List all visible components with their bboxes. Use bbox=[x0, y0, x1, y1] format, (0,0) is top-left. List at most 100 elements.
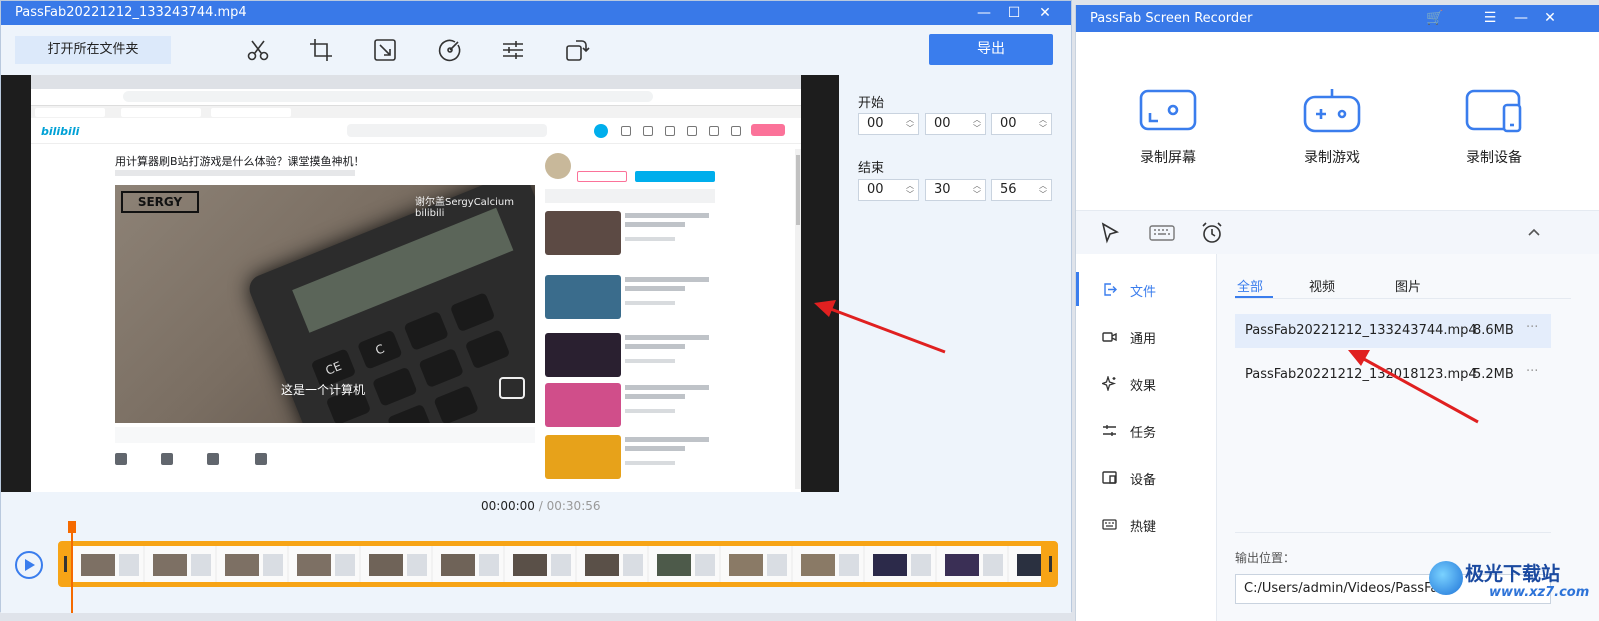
close-button[interactable]: ✕ bbox=[1539, 8, 1561, 28]
calc-key bbox=[464, 329, 511, 370]
end-second-value: 56 bbox=[1000, 182, 1017, 197]
site-watermark: 极光下载站 www.xz7.com bbox=[1427, 557, 1597, 613]
device-small-icon bbox=[1102, 471, 1117, 484]
start-second-stepper[interactable]: 00 ︿ ﹀ bbox=[991, 113, 1052, 135]
bilibili-nav: bilibili bbox=[31, 119, 801, 144]
nav-tasks[interactable]: 任务 bbox=[1102, 421, 1212, 441]
total-time: 00:30:56 bbox=[546, 499, 601, 513]
video-preview[interactable]: bilibili 用计算器刷B站打游戏是什么体验？课堂摸鱼神机！ CE C SE… bbox=[1, 75, 839, 492]
timeline-frame bbox=[721, 546, 793, 582]
adjust-icon[interactable] bbox=[500, 37, 526, 63]
file-name: PassFab20221212_133243744.mp4 bbox=[1245, 323, 1477, 338]
alarm-clock-icon[interactable] bbox=[1200, 221, 1224, 245]
more-options-icon[interactable]: ··· bbox=[1526, 320, 1538, 335]
nav-hotkeys[interactable]: 热键 bbox=[1102, 515, 1212, 535]
danmaku-bar bbox=[115, 427, 535, 443]
timeline-frame bbox=[505, 546, 577, 582]
browser-tab bbox=[211, 108, 291, 117]
calc-key: C bbox=[356, 329, 403, 370]
trim-end-handle[interactable] bbox=[1049, 556, 1052, 572]
recorder-toolbar bbox=[1076, 210, 1599, 255]
recommend-item bbox=[545, 383, 715, 427]
timeline-frame bbox=[937, 546, 1009, 582]
rotate-icon[interactable] bbox=[564, 37, 590, 63]
video-title: 用计算器刷B站打游戏是什么体验？课堂摸鱼神机！ bbox=[115, 155, 365, 168]
output-divider bbox=[1235, 532, 1551, 533]
menu-icon[interactable]: ☰ bbox=[1479, 8, 1501, 28]
editor-window: PassFab20221212_133243744.mp4 — ☐ ✕ 打开所在… bbox=[0, 0, 1072, 613]
speed-icon[interactable] bbox=[437, 37, 463, 63]
timeline[interactable] bbox=[1, 517, 1071, 613]
stepper-arrows-icon[interactable]: ︿ ﹀ bbox=[906, 115, 914, 133]
stepper-arrows-icon[interactable]: ︿ ﹀ bbox=[1039, 115, 1047, 133]
end-minute-stepper[interactable]: 30 ︿ ﹀ bbox=[925, 179, 986, 201]
resize-icon[interactable] bbox=[372, 37, 398, 63]
stepper-arrows-icon[interactable]: ︿ ﹀ bbox=[1039, 181, 1047, 199]
calc-key bbox=[340, 422, 387, 423]
record-device-label: 录制设备 bbox=[1466, 150, 1522, 166]
minimize-button[interactable]: — bbox=[1510, 8, 1532, 28]
editor-title: PassFab20221212_133243744.mp4 bbox=[15, 5, 247, 20]
maximize-button[interactable]: ☐ bbox=[997, 1, 1031, 25]
calculator-video: CE C SERGY 谢尔盖SergyCalcium bilibili 这是一个… bbox=[115, 185, 535, 423]
cursor-icon[interactable] bbox=[1098, 221, 1122, 245]
bilibili-avatar bbox=[594, 124, 608, 138]
browser-address-bar bbox=[123, 91, 653, 102]
timeline-frame bbox=[865, 546, 937, 582]
timeline-frame bbox=[433, 546, 505, 582]
file-row-selected[interactable]: PassFab20221212_133243744.mp4 8.6MB ··· bbox=[1235, 314, 1551, 348]
calc-key bbox=[386, 403, 433, 423]
timeline-frame bbox=[577, 546, 649, 582]
file-row[interactable]: PassFab20221212_132018123.mp4 5.2MB ··· bbox=[1235, 358, 1551, 392]
tab-image[interactable]: 图片 bbox=[1395, 276, 1421, 295]
star-icon bbox=[207, 453, 219, 465]
recommend-item bbox=[545, 211, 715, 255]
playhead[interactable] bbox=[71, 521, 73, 613]
trim-start-handle[interactable] bbox=[64, 556, 67, 572]
calc-key bbox=[433, 384, 480, 423]
recommend-item bbox=[545, 275, 715, 319]
gamepad-icon bbox=[1302, 87, 1362, 133]
timeline-strip[interactable] bbox=[58, 541, 1058, 587]
browser-tab-strip bbox=[31, 75, 801, 89]
scissors-icon[interactable] bbox=[245, 37, 271, 63]
collapse-icon[interactable] bbox=[1522, 221, 1546, 245]
browser-scroll-thumb bbox=[796, 155, 800, 225]
record-game-mode[interactable]: 录制游戏 bbox=[1272, 87, 1392, 167]
browser-bookmarks bbox=[31, 106, 801, 118]
nav-general[interactable]: 通用 bbox=[1102, 327, 1212, 347]
open-folder-button[interactable]: 打开所在文件夹 bbox=[15, 36, 171, 64]
end-second-stepper[interactable]: 56 ︿ ﹀ bbox=[991, 179, 1052, 201]
start-minute-stepper[interactable]: 00 ︿ ﹀ bbox=[925, 113, 986, 135]
stepper-arrows-icon[interactable]: ︿ ﹀ bbox=[973, 181, 981, 199]
crop-icon[interactable] bbox=[308, 37, 334, 63]
nav-file[interactable]: 文件 bbox=[1102, 280, 1212, 300]
export-button[interactable]: 导出 bbox=[929, 34, 1053, 65]
more-options-icon[interactable]: ··· bbox=[1526, 364, 1538, 379]
end-hour-stepper[interactable]: 00 ︿ ﹀ bbox=[858, 179, 919, 201]
cart-icon[interactable]: 🛒 bbox=[1424, 8, 1446, 28]
record-game-label: 录制游戏 bbox=[1304, 150, 1360, 166]
start-hour-stepper[interactable]: 00 ︿ ﹀ bbox=[858, 113, 919, 135]
stepper-arrows-icon[interactable]: ︿ ﹀ bbox=[906, 181, 914, 199]
minimize-button[interactable]: — bbox=[967, 1, 1001, 25]
current-time: 00:00:00 bbox=[481, 499, 535, 513]
device-icon bbox=[1464, 87, 1524, 133]
watermark-name: 极光下载站 bbox=[1465, 563, 1561, 585]
tab-all[interactable]: 全部 bbox=[1237, 276, 1263, 295]
nav-active-indicator bbox=[1076, 272, 1079, 306]
close-button[interactable]: ✕ bbox=[1028, 1, 1062, 25]
tab-video[interactable]: 视频 bbox=[1309, 276, 1335, 295]
keyboard-overlay-icon[interactable] bbox=[1148, 221, 1176, 245]
record-device-mode[interactable]: 录制设备 bbox=[1434, 87, 1554, 167]
play-button[interactable] bbox=[15, 551, 43, 579]
browser-address-row bbox=[31, 89, 801, 106]
stepper-arrows-icon[interactable]: ︿ ﹀ bbox=[973, 115, 981, 133]
end-minute-value: 30 bbox=[934, 182, 951, 197]
like-icon bbox=[115, 453, 127, 465]
calc-key bbox=[403, 310, 450, 352]
nav-device[interactable]: 设备 bbox=[1102, 468, 1212, 488]
settings-sidebar: 文件 通用 效果 任务 设备 热键 bbox=[1076, 254, 1216, 621]
nav-effects[interactable]: 效果 bbox=[1102, 374, 1212, 394]
record-screen-mode[interactable]: 录制屏幕 bbox=[1108, 87, 1228, 167]
